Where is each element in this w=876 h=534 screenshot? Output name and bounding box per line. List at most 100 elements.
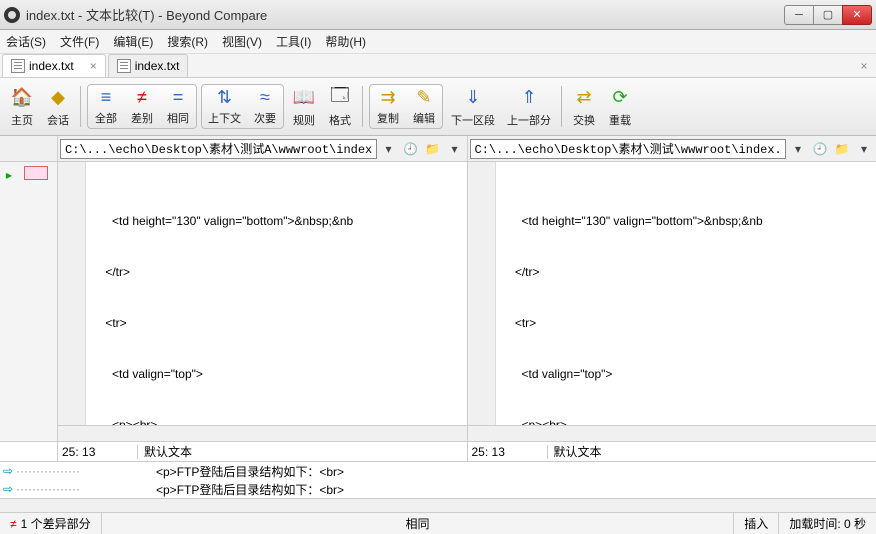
folder-icon[interactable]: 📁 [423, 139, 443, 159]
folder-icon[interactable]: 📁 [832, 139, 852, 159]
merge-arrow-icon[interactable]: ⇨ [0, 482, 16, 496]
menu-tools[interactable]: 工具(I) [276, 33, 311, 50]
overview-gutter[interactable]: ▸ [0, 162, 58, 441]
right-path-cell: ▾ 🕘 📁 ▾ [468, 136, 876, 161]
rules-button[interactable]: 📖规则 [286, 80, 322, 133]
h-scrollbar[interactable] [0, 498, 876, 512]
left-code[interactable]: <td height="130" valign="bottom">&nbsp;&… [58, 162, 467, 425]
next-section-icon: ⇓ [461, 86, 485, 110]
home-button[interactable]: 🏠主页 [4, 80, 40, 133]
minor-icon: ≈ [253, 87, 277, 108]
menu-session[interactable]: 会话(S) [6, 33, 46, 50]
file-tab-label: index.txt [135, 59, 180, 73]
next-section-button[interactable]: ⇓下一区段 [445, 80, 501, 133]
tab-close-icon[interactable]: × [90, 59, 97, 73]
insert-mode: 插入 [734, 513, 779, 534]
window-title: index.txt - 文本比较(T) - Beyond Compare [26, 5, 785, 24]
minimize-button[interactable]: ─ [784, 5, 814, 25]
diff-button[interactable]: ≠差别 [124, 85, 160, 128]
code-line: <tr> [90, 315, 467, 332]
code-line: <td valign="top"> [90, 366, 467, 383]
tab-overflow-icon[interactable]: × [854, 54, 874, 77]
h-scrollbar[interactable] [58, 425, 467, 441]
code-line: </tr> [90, 264, 467, 281]
session-button[interactable]: ◆会话 [40, 80, 76, 133]
file-tab-1[interactable]: index.txt × [2, 54, 106, 77]
maximize-button[interactable]: ▢ [813, 5, 843, 25]
context-button[interactable]: ⇅上下文 [202, 85, 247, 128]
session-icon: ◆ [46, 86, 70, 110]
same-icon: = [166, 87, 190, 108]
path-row: ▾ 🕘 📁 ▾ ▾ 🕘 📁 ▾ [0, 136, 876, 162]
code-line: <p><br> [500, 417, 876, 425]
code-line: </tr> [500, 264, 876, 281]
history-icon[interactable]: 🕘 [401, 139, 421, 159]
menu-view[interactable]: 视图(V) [222, 33, 262, 50]
merge-line: ⇨ ················ <p>FTP登陆后目录结构如下：<br> [0, 462, 876, 480]
compare-mode: 相同 [102, 513, 735, 534]
rules-icon: 📖 [292, 86, 316, 110]
code-line: <td height="130" valign="bottom">&nbsp;&… [500, 213, 876, 230]
dropdown-icon[interactable]: ▾ [445, 139, 465, 159]
copy-icon: ⇉ [376, 87, 400, 108]
dropdown-icon[interactable]: ▾ [379, 139, 399, 159]
menubar: 会话(S) 文件(F) 编辑(E) 搜索(R) 视图(V) 工具(I) 帮助(H… [0, 30, 876, 54]
diff-marker[interactable] [24, 166, 48, 180]
file-icon [11, 59, 25, 73]
left-cursor-pos: 25: 13 [58, 445, 138, 459]
right-pane: <td height="130" valign="bottom">&nbsp;&… [468, 162, 876, 441]
dropdown-icon[interactable]: ▾ [788, 139, 808, 159]
same-button[interactable]: =相同 [160, 85, 196, 128]
window-buttons: ─ ▢ ✕ [785, 5, 872, 25]
left-pane: <td height="130" valign="bottom">&nbsp;&… [58, 162, 468, 441]
code-line: <p><br> [90, 417, 467, 425]
h-scrollbar[interactable] [468, 425, 876, 441]
code-line: <tr> [500, 315, 876, 332]
code-line: <td valign="top"> [500, 366, 876, 383]
diff-icon: ≠ [130, 87, 154, 108]
pane-status: 25: 13 默认文本 25: 13 默认文本 [0, 441, 876, 461]
left-path-input[interactable] [60, 139, 377, 159]
format-button[interactable]: 🗔格式 [322, 80, 358, 133]
reload-button[interactable]: ⟳重载 [602, 80, 638, 133]
diff-count: ≠1 个差异部分 [0, 513, 102, 534]
editor-area: ▸ <td height="130" valign="bottom">&nbsp… [0, 162, 876, 441]
right-code[interactable]: <td height="130" valign="bottom">&nbsp;&… [468, 162, 876, 425]
swap-icon: ⇄ [572, 86, 596, 110]
copy-button[interactable]: ⇉复制 [370, 85, 406, 128]
all-icon: ≡ [94, 87, 118, 108]
merge-line: ⇨ ················ <p>FTP登陆后目录结构如下：<br> [0, 480, 876, 498]
home-icon: 🏠 [10, 86, 34, 110]
menu-edit[interactable]: 编辑(E) [113, 33, 153, 50]
menu-help[interactable]: 帮助(H) [325, 33, 366, 50]
titlebar: index.txt - 文本比较(T) - Beyond Compare ─ ▢… [0, 0, 876, 30]
menu-file[interactable]: 文件(F) [60, 33, 99, 50]
left-path-cell: ▾ 🕘 📁 ▾ [58, 136, 468, 161]
code-line: <td height="130" valign="bottom">&nbsp;&… [90, 213, 467, 230]
edit-button[interactable]: ✎编辑 [406, 85, 442, 128]
file-tab-2[interactable]: index.txt [108, 54, 189, 77]
collapse-icon[interactable]: ▸ [6, 168, 12, 182]
app-icon [4, 7, 20, 23]
right-path-input[interactable] [470, 139, 787, 159]
all-button[interactable]: ≡全部 [88, 85, 124, 128]
swap-button[interactable]: ⇄交换 [566, 80, 602, 133]
minor-button[interactable]: ≈次要 [247, 85, 283, 128]
load-time: 加载时间: 0 秒 [779, 513, 876, 534]
file-icon [117, 59, 131, 73]
history-icon[interactable]: 🕘 [810, 139, 830, 159]
prev-section-button[interactable]: ⇑上一部分 [501, 80, 557, 133]
right-encoding: 默认文本 [548, 443, 602, 460]
menu-search[interactable]: 搜索(R) [167, 33, 208, 50]
edit-icon: ✎ [412, 87, 436, 108]
format-icon: 🗔 [328, 86, 352, 110]
merge-preview: ⇨ ················ <p>FTP登陆后目录结构如下：<br> … [0, 461, 876, 512]
file-tab-label: index.txt [29, 59, 74, 73]
file-tabs: index.txt × index.txt × [0, 54, 876, 78]
toolbar: 🏠主页 ◆会话 ≡全部 ≠差别 =相同 ⇅上下文 ≈次要 📖规则 🗔格式 ⇉复制… [0, 78, 876, 136]
not-equal-icon: ≠ [10, 517, 17, 531]
dropdown-icon[interactable]: ▾ [854, 139, 874, 159]
merge-arrow-icon[interactable]: ⇨ [0, 464, 16, 478]
right-cursor-pos: 25: 13 [468, 445, 548, 459]
close-button[interactable]: ✕ [842, 5, 872, 25]
